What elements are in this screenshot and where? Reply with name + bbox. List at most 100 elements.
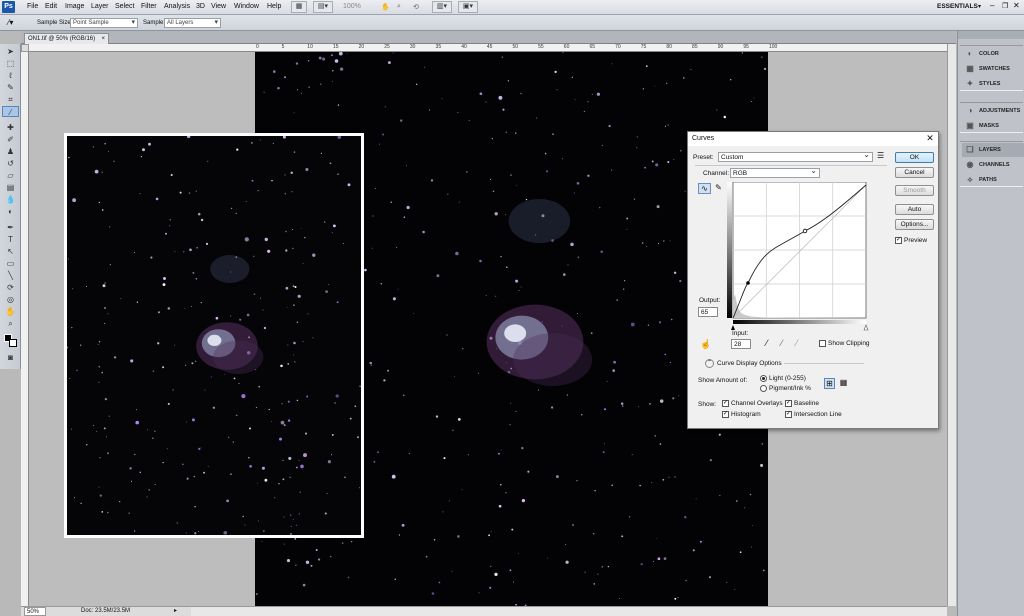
clone-stamp-tool-icon[interactable]: ♟ bbox=[2, 146, 19, 157]
menu-analysis[interactable]: Analysis bbox=[164, 3, 190, 10]
screen-mode-button[interactable]: ▣▾ bbox=[458, 1, 478, 13]
output-field[interactable]: 65 bbox=[698, 307, 718, 317]
workspace-dropdown-icon[interactable]: ▾ bbox=[978, 3, 981, 10]
pencil-draw-icon[interactable]: ✎ bbox=[713, 183, 724, 194]
status-menu-arrow-icon[interactable]: ▸ bbox=[174, 607, 177, 616]
menu-image[interactable]: Image bbox=[65, 3, 84, 10]
preset-options-icon[interactable]: ☰ bbox=[877, 151, 884, 160]
panel-paths[interactable]: ⟡ PATHS bbox=[962, 173, 1024, 187]
white-point-slider[interactable] bbox=[863, 324, 869, 331]
pen-tool-icon[interactable]: ✒ bbox=[2, 222, 19, 233]
crop-tool-icon[interactable]: ⌗ bbox=[2, 94, 19, 105]
ok-button[interactable]: OK bbox=[895, 152, 934, 163]
curves-title-bar[interactable]: Curves ✕ bbox=[688, 132, 938, 146]
close-dialog-icon[interactable]: ✕ bbox=[925, 133, 935, 144]
document-tab[interactable]: ON1.tif @ 50% (RGB/16) × bbox=[24, 33, 109, 44]
quick-select-tool-icon[interactable]: ✎ bbox=[2, 82, 19, 93]
menu-layer[interactable]: Layer bbox=[91, 3, 109, 10]
menu-edit[interactable]: Edit bbox=[45, 3, 57, 10]
hand-tool-icon[interactable]: ✋ bbox=[381, 3, 390, 11]
curve-point[interactable] bbox=[802, 228, 808, 234]
history-brush-tool-icon[interactable]: ↺ bbox=[2, 158, 19, 169]
3d-orbit-tool-icon[interactable]: ◎ bbox=[2, 294, 19, 305]
ruler-origin[interactable] bbox=[21, 44, 29, 52]
options-button[interactable]: Options... bbox=[895, 219, 934, 230]
channel-select[interactable]: RGB bbox=[730, 166, 820, 178]
background-color-swatch[interactable] bbox=[9, 339, 17, 347]
quick-mask-icon[interactable]: ◙ bbox=[2, 352, 19, 363]
lasso-tool-icon[interactable]: ℓ bbox=[2, 70, 19, 81]
hand-tool-icon[interactable]: ✋ bbox=[2, 306, 19, 317]
curve-point-selected[interactable] bbox=[746, 281, 750, 285]
vertical-scrollbar[interactable] bbox=[947, 44, 956, 606]
zoom-field[interactable]: 50% bbox=[24, 607, 46, 616]
eyedropper-tool-icon[interactable]: ⁄ bbox=[2, 106, 19, 117]
curve-display-options-label[interactable]: Curve Display Options bbox=[717, 360, 782, 367]
channel-overlays-checkbox[interactable]: ✓ bbox=[722, 400, 729, 407]
panel-adjustments[interactable]: ◑ ADJUSTMENTS bbox=[962, 104, 1024, 118]
baseline-checkbox[interactable]: ✓ bbox=[785, 400, 792, 407]
dodge-tool-icon[interactable]: ◐ bbox=[2, 206, 19, 217]
preview-checkbox[interactable]: ✓ bbox=[895, 237, 902, 244]
smooth-button[interactable]: Smooth bbox=[895, 185, 934, 196]
collapse-icon[interactable]: ⌃ bbox=[705, 359, 714, 368]
zoom-tool-icon[interactable]: ⌕ bbox=[397, 3, 401, 11]
menu-select[interactable]: Select bbox=[115, 3, 134, 10]
menu-3d[interactable]: 3D bbox=[196, 3, 205, 10]
menu-window[interactable]: Window bbox=[234, 3, 259, 10]
menu-view[interactable]: View bbox=[211, 3, 226, 10]
inset-nebula-image[interactable] bbox=[64, 133, 364, 538]
panel-swatches[interactable]: ▦ SWATCHES bbox=[962, 62, 1024, 76]
menu-filter[interactable]: Filter bbox=[141, 3, 157, 10]
panel-layers[interactable]: ❏ LAYERS bbox=[962, 143, 1024, 157]
on-image-adjust-icon[interactable]: ☝ bbox=[700, 339, 711, 350]
eyedropper-preset-icon[interactable]: ⁄▾ bbox=[8, 18, 13, 27]
panel-color[interactable]: ◐ COLOR bbox=[962, 47, 1024, 61]
shape-tool-icon[interactable]: ▭ bbox=[2, 258, 19, 269]
workspace-switcher[interactable]: ESSENTIALS bbox=[937, 3, 978, 10]
move-tool-icon[interactable]: ➤ bbox=[2, 46, 19, 57]
rotate-view-icon[interactable]: ⟲ bbox=[413, 3, 419, 11]
black-eyedropper-icon[interactable]: ⁄ bbox=[766, 338, 768, 348]
dock-header[interactable] bbox=[958, 31, 1024, 39]
input-field[interactable]: 28 bbox=[731, 339, 751, 349]
auto-button[interactable]: Auto bbox=[895, 204, 934, 215]
vertical-ruler[interactable] bbox=[21, 52, 29, 606]
show-clipping-checkbox[interactable] bbox=[819, 340, 826, 347]
healing-brush-tool-icon[interactable]: ✚ bbox=[2, 122, 19, 133]
simple-grid-icon[interactable]: ⊞ bbox=[824, 378, 835, 389]
curve-edit-icon[interactable]: ∿ bbox=[698, 183, 711, 194]
pigment-radio[interactable] bbox=[760, 385, 767, 392]
histogram-checkbox[interactable]: ✓ bbox=[722, 411, 729, 418]
eraser-tool-icon[interactable]: ▱ bbox=[2, 170, 19, 181]
launch-bridge-button[interactable]: ▦ bbox=[291, 1, 307, 13]
menu-help[interactable]: Help bbox=[267, 3, 281, 10]
close-document-icon[interactable]: × bbox=[101, 34, 105, 44]
horizontal-ruler[interactable]: 0 5 10 15 20 25 30 35 40 45 50 55 60 65 70 75 80 85 90 95 10… bbox=[29, 44, 947, 52]
restore-icon[interactable]: ❐ bbox=[1002, 2, 1008, 10]
cancel-button[interactable]: Cancel bbox=[895, 167, 934, 178]
view-extras-button[interactable]: ▤▾ bbox=[313, 1, 333, 13]
type-tool-icon[interactable]: T bbox=[2, 234, 19, 245]
minimize-icon[interactable]: – bbox=[990, 1, 994, 10]
3d-rotate-tool-icon[interactable]: ⟳ bbox=[2, 282, 19, 293]
panel-channels[interactable]: ◉ CHANNELS bbox=[962, 158, 1024, 172]
blur-tool-icon[interactable]: 💧 bbox=[2, 194, 19, 205]
gray-eyedropper-icon[interactable]: ⁄ bbox=[781, 338, 783, 348]
close-app-icon[interactable]: ✕ bbox=[1013, 1, 1020, 10]
sample-select[interactable]: All Layers bbox=[164, 18, 221, 28]
gradient-tool-icon[interactable]: ▤ bbox=[2, 182, 19, 193]
sample-size-select[interactable]: Point Sample bbox=[70, 18, 138, 28]
curve-graph[interactable] bbox=[727, 182, 872, 332]
brush-tool-icon[interactable]: ✐ bbox=[2, 134, 19, 145]
path-select-tool-icon[interactable]: ↖ bbox=[2, 246, 19, 257]
menu-file[interactable]: File bbox=[27, 3, 38, 10]
panel-styles[interactable]: ✦ STYLES bbox=[962, 77, 1024, 91]
preset-select[interactable]: Custom bbox=[718, 150, 873, 162]
white-eyedropper-icon[interactable]: ⁄ bbox=[796, 338, 798, 348]
light-radio[interactable] bbox=[760, 375, 767, 382]
marquee-tool-icon[interactable]: ⬚ bbox=[2, 58, 19, 69]
detailed-grid-icon[interactable]: ▦ bbox=[838, 378, 849, 389]
panel-masks[interactable]: ▣ MASKS bbox=[962, 119, 1024, 133]
line-tool-icon[interactable]: ╲ bbox=[2, 270, 19, 281]
